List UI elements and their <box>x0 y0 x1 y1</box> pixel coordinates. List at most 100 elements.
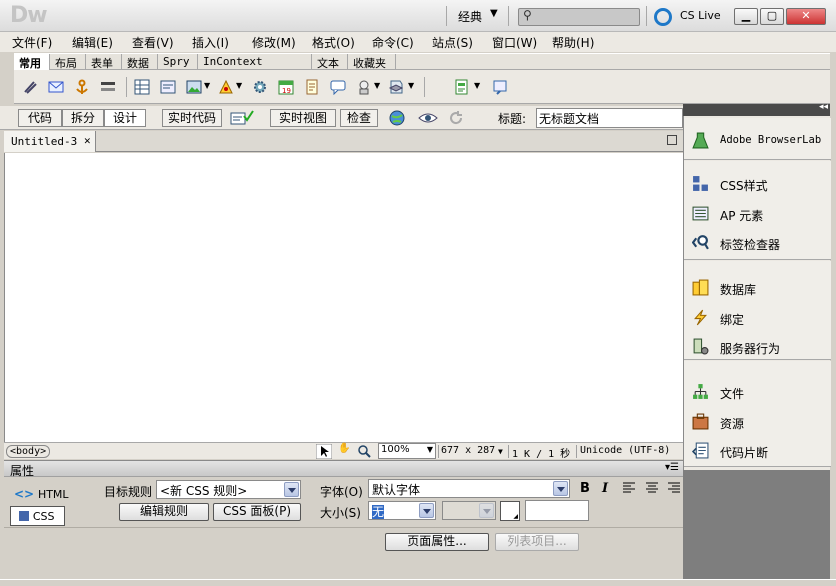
menu-insert[interactable]: 插入(I) <box>192 34 229 51</box>
live-view-button[interactable]: 实时视图 <box>270 109 336 127</box>
comment-icon[interactable] <box>330 79 346 95</box>
panel-browserlab[interactable]: Adobe BrowserLab <box>690 130 830 152</box>
menu-format[interactable]: 格式(O) <box>312 34 355 51</box>
horizontal-rule-icon[interactable] <box>100 79 116 95</box>
css-panel-button[interactable]: CSS 面板(P) <box>213 503 301 521</box>
tab-layout[interactable]: 布局 <box>50 54 86 70</box>
date-icon[interactable]: 19 <box>278 79 294 95</box>
bold-button[interactable]: B <box>580 481 590 496</box>
properties-body: <> HTML CSS 目标规则 <新 CSS 规则> 编辑规则 CSS 面板(… <box>4 477 683 579</box>
email-link-icon[interactable] <box>48 79 64 95</box>
table-icon[interactable] <box>134 79 150 95</box>
menu-site[interactable]: 站点(S) <box>432 34 473 51</box>
align-left-icon[interactable] <box>623 482 635 494</box>
tab-data[interactable]: 数据 <box>122 54 158 70</box>
tab-text[interactable]: 文本 <box>312 54 348 70</box>
italic-button[interactable]: I <box>602 481 608 496</box>
css-mode-button[interactable]: CSS <box>10 506 65 526</box>
align-right-icon[interactable] <box>668 482 680 494</box>
globe-icon[interactable] <box>388 110 406 126</box>
cslive-button[interactable]: CS Live <box>680 9 721 22</box>
panel-ap-elements[interactable]: AP 元素 <box>690 203 830 225</box>
maximize-button[interactable]: ▢ <box>760 8 784 25</box>
inspect-button[interactable]: 检查 <box>340 109 378 127</box>
chevron-down-icon[interactable]: ▼ <box>490 8 498 19</box>
design-canvas[interactable] <box>4 153 683 442</box>
server-include-icon[interactable] <box>304 79 320 95</box>
css-label: CSS <box>32 510 55 523</box>
cslive-icon[interactable] <box>654 8 672 26</box>
close-button[interactable]: ✕ <box>786 8 826 25</box>
div-icon[interactable] <box>160 79 176 95</box>
image-icon[interactable] <box>186 79 202 95</box>
close-icon[interactable]: ✕ <box>84 134 91 147</box>
font-select[interactable]: 默认字体 <box>368 479 570 498</box>
hyperlink-icon[interactable] <box>22 79 38 95</box>
workspace-switcher[interactable]: 经典 <box>458 8 482 25</box>
menu-view[interactable]: 查看(V) <box>132 34 174 51</box>
chevron-down-icon[interactable]: ▼ <box>374 81 380 90</box>
design-view-button[interactable]: 设计 <box>104 109 146 127</box>
tab-spry[interactable]: Spry <box>158 54 198 70</box>
zoom-tool-icon[interactable] <box>358 445 371 458</box>
menu-file[interactable]: 文件(F) <box>12 34 52 51</box>
menu-window[interactable]: 窗口(W) <box>492 34 537 51</box>
window-size[interactable]: 677 x 287 <box>441 445 495 456</box>
panel-server-behaviors[interactable]: 服务器行为 <box>690 336 830 358</box>
minimize-button[interactable]: ▁ <box>734 8 758 25</box>
panel-css-styles[interactable]: CSS样式 <box>690 173 830 195</box>
panel-menu-icon[interactable]: ▾☰ <box>665 462 679 473</box>
menu-modify[interactable]: 修改(M) <box>252 34 296 51</box>
restore-window-icon[interactable] <box>667 135 677 145</box>
target-rule-select[interactable]: <新 CSS 规则> <box>156 480 301 499</box>
validate-icon[interactable] <box>230 110 254 126</box>
panel-files[interactable]: 文件 <box>690 381 830 403</box>
split-view-button[interactable]: 拆分 <box>62 109 104 127</box>
chevron-down-icon[interactable]: ▼ <box>204 81 210 90</box>
html-mode-button[interactable]: <> HTML <box>14 487 69 501</box>
code-view-button[interactable]: 代码 <box>18 109 62 127</box>
panel-collapse-strip[interactable]: ◂◂ <box>683 102 830 116</box>
tab-favorites[interactable]: 收藏夹 <box>348 54 396 70</box>
media-icon[interactable] <box>218 79 234 95</box>
visual-aids-icon[interactable] <box>418 110 440 126</box>
hand-tool-icon[interactable]: ✋ <box>338 443 350 454</box>
collapse-icon[interactable]: ◂◂ <box>819 102 828 112</box>
color-picker-button[interactable]: ◢ <box>500 501 520 521</box>
chevron-down-icon[interactable]: ▼ <box>474 81 480 90</box>
edit-rule-button[interactable]: 编辑规则 <box>119 503 209 521</box>
panel-databases[interactable]: 数据库 <box>690 277 830 299</box>
panel-tag-inspector[interactable]: 标签检查器 <box>690 232 830 254</box>
panel-assets[interactable]: 资源 <box>690 411 830 433</box>
tab-incontext[interactable]: InContext Editing <box>198 54 312 81</box>
refresh-icon[interactable] <box>448 110 464 126</box>
page-properties-button[interactable]: 页面属性... <box>385 533 489 551</box>
anchor-icon[interactable] <box>74 79 90 95</box>
menu-commands[interactable]: 命令(C) <box>372 34 414 51</box>
panel-snippets[interactable]: 代码片断 <box>690 440 830 462</box>
chevron-down-icon[interactable]: ▼ <box>498 447 503 456</box>
properties-header[interactable]: 属性 ▾☰ <box>4 460 683 478</box>
tag-chooser-icon[interactable] <box>492 79 508 95</box>
zoom-select[interactable]: 100% ▼ <box>378 443 436 459</box>
chevron-down-icon[interactable]: ▼ <box>236 81 242 90</box>
head-icon[interactable] <box>356 79 372 95</box>
panel-bindings[interactable]: 绑定 <box>690 307 830 329</box>
search-input[interactable]: ⚲ <box>518 8 640 26</box>
chevron-down-icon[interactable]: ▼ <box>408 81 414 90</box>
pointer-tool-icon[interactable] <box>316 444 332 459</box>
gear-icon[interactable] <box>252 79 268 95</box>
document-tab[interactable]: Untitled-3 ✕ <box>4 131 96 152</box>
menu-edit[interactable]: 编辑(E) <box>72 34 113 51</box>
document-title-input[interactable]: 无标题文档 <box>536 108 683 128</box>
live-code-button[interactable]: 实时代码 <box>162 109 222 127</box>
templates-icon[interactable] <box>454 79 470 95</box>
tab-forms[interactable]: 表单 <box>86 54 122 70</box>
tag-selector[interactable]: <body> <box>6 445 51 458</box>
tab-common[interactable]: 常用 <box>14 54 50 70</box>
menu-help[interactable]: 帮助(H) <box>552 34 594 51</box>
script-icon[interactable] <box>388 79 404 95</box>
size-select[interactable]: 无 <box>368 501 436 520</box>
color-input[interactable] <box>525 500 589 521</box>
align-center-icon[interactable] <box>646 482 658 494</box>
